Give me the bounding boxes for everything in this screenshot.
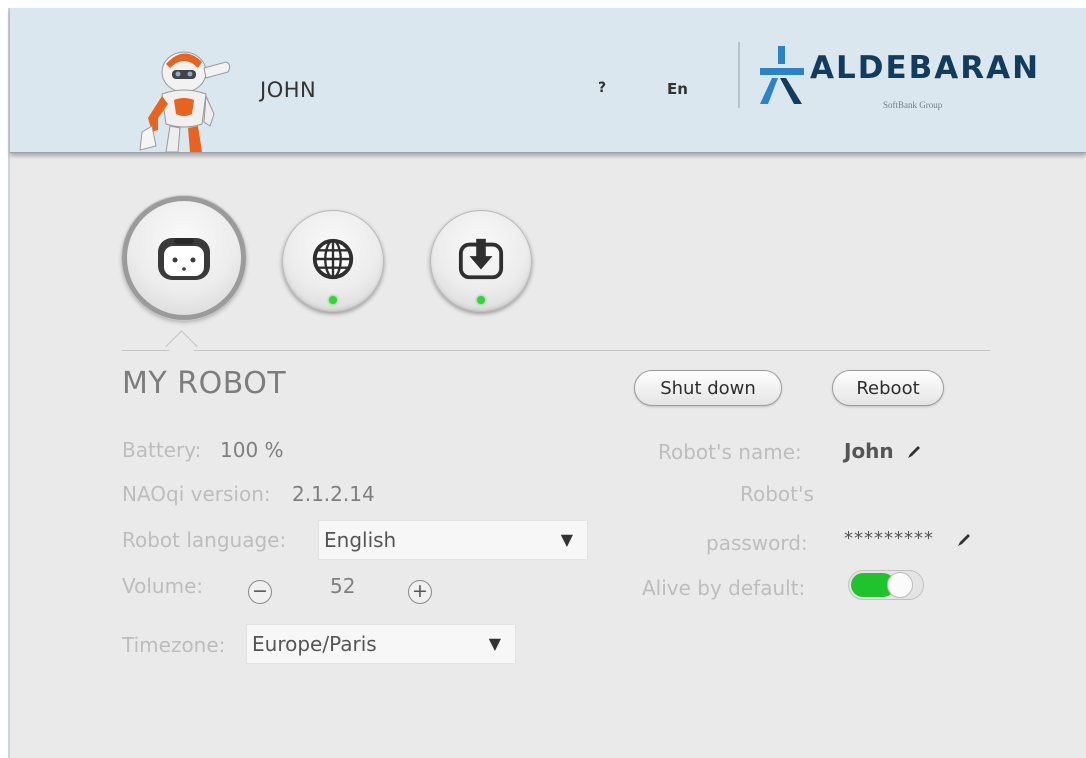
section-divider (122, 350, 990, 351)
tab-my-robot[interactable] (122, 196, 246, 320)
user-name: JOHN (260, 78, 317, 102)
active-tab-pointer (165, 330, 198, 363)
dropdown-arrow-icon: ▼ (560, 530, 573, 549)
robot-avatar (139, 51, 231, 152)
robot-name-label: Robot's name: (658, 440, 802, 464)
logo-subtitle: SoftBank Group (883, 100, 943, 110)
logo-text: ALDEBARAN (810, 50, 1041, 86)
aldebaran-logo-icon (760, 46, 804, 104)
timezone-value: Europe/Paris (252, 632, 377, 656)
robot-password-value: ********* (844, 528, 934, 549)
robot-face-icon (158, 238, 210, 280)
timezone-select[interactable]: Europe/Paris ▼ (246, 624, 516, 664)
timezone-label: Timezone: (122, 633, 226, 657)
naoqi-version-value: 2.1.2.14 (292, 482, 375, 506)
header: JOHN ? En ALDEBARAN SoftBank Group (10, 8, 1086, 153)
globe-icon (312, 238, 354, 280)
dropdown-arrow-icon: ▼ (488, 634, 501, 653)
alive-by-default-toggle[interactable] (848, 570, 924, 600)
app-window: JOHN ? En ALDEBARAN SoftBank Group MY RO… (8, 8, 1086, 758)
naoqi-version-label: NAOqi version: (122, 482, 271, 506)
robot-password-label-line1: Robot's (740, 482, 814, 506)
shutdown-button[interactable]: Shut down (634, 370, 782, 406)
toggle-knob (887, 572, 913, 598)
battery-value: 100 % (220, 438, 284, 462)
alive-by-default-label: Alive by default: (642, 576, 806, 600)
volume-label: Volume: (122, 574, 204, 598)
robot-language-select[interactable]: English ▼ (318, 520, 588, 560)
robot-password-label-line2: password: (706, 531, 808, 555)
help-button[interactable]: ? (598, 80, 606, 96)
battery-label: Battery: (122, 438, 202, 462)
aldebaran-logo: ALDEBARAN SoftBank Group (758, 44, 1038, 114)
volume-increase-button[interactable]: + (408, 580, 432, 604)
download-icon (458, 238, 504, 280)
reboot-button[interactable]: Reboot (832, 370, 944, 406)
volume-decrease-button[interactable]: − (248, 580, 272, 604)
tab-network[interactable] (282, 210, 384, 312)
language-button[interactable]: En (667, 80, 688, 98)
robot-name-value: John (844, 439, 894, 463)
network-status-dot (329, 296, 337, 304)
header-divider (738, 42, 740, 108)
tab-updates[interactable] (430, 210, 532, 312)
edit-name-icon[interactable] (906, 444, 922, 460)
robot-language-label: Robot language: (122, 528, 287, 552)
robot-language-value: English (324, 528, 397, 552)
page-title: MY ROBOT (122, 366, 287, 401)
updates-status-dot (477, 296, 485, 304)
volume-value: 52 (330, 574, 356, 598)
edit-password-icon[interactable] (956, 532, 972, 548)
